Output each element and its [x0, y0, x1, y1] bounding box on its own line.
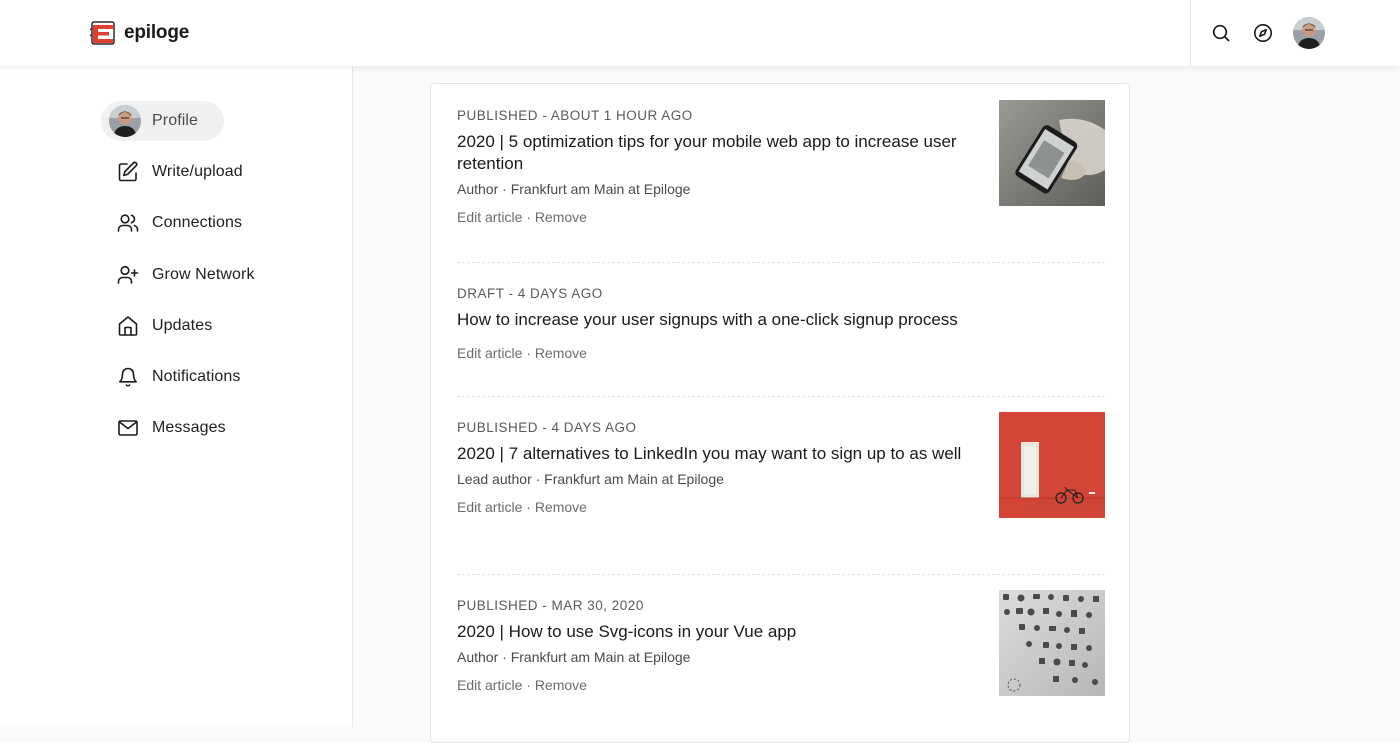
epiloge-logo-icon [90, 21, 115, 45]
article-thumbnail[interactable] [999, 100, 1105, 206]
avatar [109, 105, 141, 137]
edit-article-link[interactable]: Edit article [457, 499, 522, 515]
sidebar: Profile Write/upload Connections Grow Ne… [0, 66, 353, 727]
article-item: DRAFT - 4 DAYS AGO How to increase your … [457, 286, 1105, 361]
sidebar-item-label: Grow Network [152, 266, 255, 283]
article-title[interactable]: 2020 | How to use Svg-icons in your Vue … [457, 621, 977, 643]
article-thumbnail[interactable] [999, 412, 1105, 518]
articles-card: PUBLISHED - ABOUT 1 HOUR AGO 2020 | 5 op… [430, 83, 1130, 743]
article-divider [457, 262, 1105, 263]
edit-article-link[interactable]: Edit article [457, 345, 522, 361]
sidebar-item-updates[interactable]: Updates [101, 306, 212, 346]
article-title[interactable]: How to increase your user signups with a… [457, 309, 1057, 331]
article-actions: Edit article · Remove [457, 209, 1105, 225]
sidebar-item-label: Profile [152, 112, 199, 129]
sidebar-item-connections[interactable]: Connections [101, 203, 242, 243]
edit-article-link[interactable]: Edit article [457, 677, 522, 693]
actions-separator: · [522, 677, 535, 693]
mail-icon [115, 415, 141, 441]
search-icon[interactable] [1210, 22, 1232, 44]
topbar-divider [1190, 0, 1191, 66]
article-title[interactable]: 2020 | 7 alternatives to LinkedIn you ma… [457, 443, 977, 465]
edit-icon [115, 159, 141, 185]
user-avatar[interactable] [1293, 17, 1325, 49]
article-thumbnail[interactable] [999, 590, 1105, 696]
actions-separator: · [522, 499, 535, 515]
sidebar-item-write-upload[interactable]: Write/upload [101, 152, 243, 192]
user-plus-icon [115, 262, 141, 288]
article-item: PUBLISHED - 4 DAYS AGO 2020 | 7 alternat… [457, 412, 1105, 518]
article-divider [457, 396, 1105, 397]
remove-article-link[interactable]: Remove [535, 345, 587, 361]
sidebar-item-grow-network[interactable]: Grow Network [101, 255, 255, 295]
article-item: PUBLISHED - MAR 30, 2020 2020 | How to u… [457, 590, 1105, 696]
compass-icon[interactable] [1252, 22, 1274, 44]
article-divider [457, 574, 1105, 575]
sidebar-item-label: Notifications [152, 368, 241, 385]
brand-name: epiloge [124, 22, 190, 43]
actions-separator: · [522, 209, 535, 225]
epiloge-logo[interactable]: epiloge [90, 20, 189, 46]
home-icon [115, 313, 141, 339]
sidebar-item-label: Connections [152, 214, 243, 231]
sidebar-item-label: Updates [152, 317, 213, 334]
remove-article-link[interactable]: Remove [535, 209, 587, 225]
sidebar-item-label: Write/upload [152, 163, 243, 180]
users-icon [115, 210, 141, 236]
sidebar-item-notifications[interactable]: Notifications [101, 357, 240, 397]
remove-article-link[interactable]: Remove [535, 499, 587, 515]
edit-article-link[interactable]: Edit article [457, 209, 522, 225]
article-item: PUBLISHED - ABOUT 1 HOUR AGO 2020 | 5 op… [457, 100, 1105, 225]
sidebar-item-profile[interactable]: Profile [101, 101, 225, 141]
article-status: DRAFT - 4 DAYS AGO [457, 286, 603, 301]
remove-article-link[interactable]: Remove [535, 677, 587, 693]
sidebar-item-messages[interactable]: Messages [101, 408, 226, 448]
sidebar-item-label: Messages [152, 419, 226, 436]
article-title[interactable]: 2020 | 5 optimization tips for your mobi… [457, 131, 977, 175]
article-actions: Edit article · Remove [457, 345, 1105, 361]
bell-icon [115, 364, 141, 390]
actions-separator: · [522, 345, 535, 361]
top-navigation-bar: epiloge [0, 0, 1400, 66]
